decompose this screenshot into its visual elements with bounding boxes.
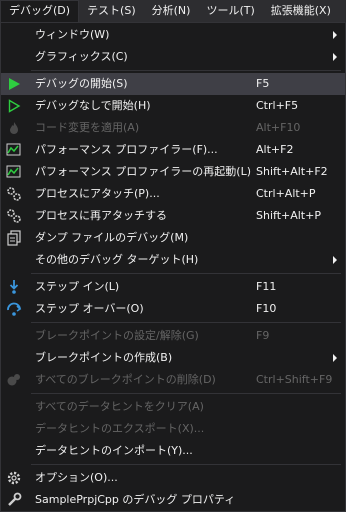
menu-item-label: データヒントのエクスポート(X)...	[35, 422, 205, 435]
separator	[31, 464, 341, 465]
step-over-icon	[5, 300, 23, 318]
dump-file-icon	[5, 229, 23, 247]
step-into-icon	[5, 278, 23, 296]
shortcut-text: F9	[256, 329, 270, 342]
menu-item-delete-all-breakpoints[interactable]: すべてのブレークポイントの削除(D) Ctrl+Shift+F9	[1, 369, 345, 391]
menu-item-label: すべてのブレークポイントの削除(D)	[35, 373, 216, 386]
menu-item-export-datatips[interactable]: データヒントのエクスポート(X)...	[1, 418, 345, 440]
separator	[31, 273, 341, 274]
shortcut-text: F11	[256, 280, 277, 293]
flame-icon	[5, 119, 23, 137]
menu-item-label: パフォーマンス プロファイラーの再起動(L)	[35, 165, 251, 178]
submenu-arrow-icon	[333, 256, 337, 264]
menu-item-label: プロセスにアタッチ(P)...	[35, 187, 160, 200]
menu-analyze[interactable]: 分析(N)	[144, 0, 199, 22]
menu-item-start-without-debugging[interactable]: デバッグなしで開始(H) Ctrl+F5	[1, 95, 345, 117]
menu-item-label: SamplePrpjCpp のデバッグ プロパティ	[35, 493, 236, 506]
menu-debug[interactable]: デバッグ(D)	[0, 0, 80, 22]
menu-item-options[interactable]: オプション(O)...	[1, 467, 345, 489]
gear-icon	[5, 469, 23, 487]
menu-item-clear-datatips[interactable]: すべてのデータヒントをクリア(A)	[1, 396, 345, 418]
menu-item-label: デバッグの開始(S)	[35, 77, 128, 90]
gears-icon	[5, 207, 23, 225]
menu-item-relaunch-profiler[interactable]: パフォーマンス プロファイラーの再起動(L) Shift+Alt+F2	[1, 161, 345, 183]
shortcut-text: Ctrl+F5	[256, 99, 299, 112]
menu-item-step-over[interactable]: ステップ オーバー(O) F10	[1, 298, 345, 320]
menu-item-label: デバッグなしで開始(H)	[35, 99, 151, 112]
menu-item-debug-dump-file[interactable]: ダンプ ファイルのデバッグ(M)	[1, 227, 345, 249]
menu-item-label: グラフィックス(C)	[35, 50, 128, 63]
menu-item-label: データヒントのインポート(Y)...	[35, 444, 193, 457]
submenu-arrow-icon	[333, 354, 337, 362]
menu-item-window[interactable]: ウィンドウ(W)	[1, 24, 345, 46]
delete-breakpoints-icon	[5, 371, 23, 389]
menu-item-label: ブレークポイントの作成(B)	[35, 351, 173, 364]
submenu-arrow-icon	[333, 31, 337, 39]
menu-item-attach-to-process[interactable]: プロセスにアタッチ(P)... Ctrl+Alt+P	[1, 183, 345, 205]
shortcut-text: F10	[256, 302, 277, 315]
menu-item-label: その他のデバッグ ターゲット(H)	[35, 253, 199, 266]
shortcut-text: F5	[256, 77, 270, 90]
profiler-chart-icon	[5, 141, 23, 159]
shortcut-text: Alt+F10	[256, 121, 301, 134]
menu-item-label: コード変更を適用(A)	[35, 121, 140, 134]
separator	[31, 393, 341, 394]
menu-item-apply-code-changes[interactable]: コード変更を適用(A) Alt+F10	[1, 117, 345, 139]
menu-item-debug-properties[interactable]: SamplePrpjCpp のデバッグ プロパティ	[1, 489, 345, 511]
separator	[31, 322, 341, 323]
debug-dropdown-menu: ウィンドウ(W) グラフィックス(C) デバッグの開始(S) F5 デバッグなし…	[0, 22, 346, 512]
menu-test[interactable]: テスト(S)	[79, 0, 144, 22]
menu-item-label: すべてのデータヒントをクリア(A)	[35, 400, 204, 413]
menu-item-label: ウィンドウ(W)	[35, 28, 110, 41]
menu-item-label: ブレークポイントの設定/解除(G)	[35, 329, 199, 342]
menu-item-reattach-to-process[interactable]: プロセスに再アタッチする Shift+Alt+P	[1, 205, 345, 227]
menu-item-label: ダンプ ファイルのデバッグ(M)	[35, 231, 189, 244]
menu-item-start-debugging[interactable]: デバッグの開始(S) F5	[1, 73, 345, 95]
menu-item-label: オプション(O)...	[35, 471, 118, 484]
separator	[31, 70, 341, 71]
wrench-icon	[5, 491, 23, 509]
shortcut-text: Ctrl+Shift+F9	[256, 373, 333, 386]
menu-item-performance-profiler[interactable]: パフォーマンス プロファイラー(F)... Alt+F2	[1, 139, 345, 161]
shortcut-text: Shift+Alt+F2	[256, 165, 328, 178]
shortcut-text: Alt+F2	[256, 143, 294, 156]
shortcut-text: Shift+Alt+P	[256, 209, 321, 222]
play-outline-icon	[5, 97, 23, 115]
menu-item-label: ステップ イン(L)	[35, 280, 120, 293]
play-icon	[5, 75, 23, 93]
menu-item-other-debug-targets[interactable]: その他のデバッグ ターゲット(H)	[1, 249, 345, 271]
menu-bar: デバッグ(D) テスト(S) 分析(N) ツール(T) 拡張機能(X)	[0, 0, 346, 22]
menu-tools[interactable]: ツール(T)	[198, 0, 262, 22]
menu-item-graphics[interactable]: グラフィックス(C)	[1, 46, 345, 68]
gears-icon	[5, 185, 23, 203]
menu-item-step-into[interactable]: ステップ イン(L) F11	[1, 276, 345, 298]
menu-extensions[interactable]: 拡張機能(X)	[263, 0, 339, 22]
shortcut-text: Ctrl+Alt+P	[256, 187, 316, 200]
menu-item-new-breakpoint[interactable]: ブレークポイントの作成(B)	[1, 347, 345, 369]
menu-item-label: プロセスに再アタッチする	[35, 209, 167, 222]
menu-item-label: パフォーマンス プロファイラー(F)...	[35, 143, 218, 156]
profiler-chart-icon	[5, 163, 23, 181]
menu-item-import-datatips[interactable]: データヒントのインポート(Y)...	[1, 440, 345, 462]
menu-item-label: ステップ オーバー(O)	[35, 302, 144, 315]
menu-item-toggle-breakpoint[interactable]: ブレークポイントの設定/解除(G) F9	[1, 325, 345, 347]
submenu-arrow-icon	[333, 53, 337, 61]
